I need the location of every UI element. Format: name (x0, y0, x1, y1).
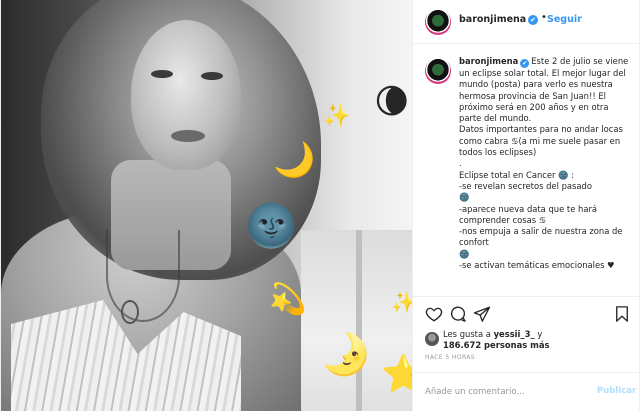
heart-icon[interactable] (425, 305, 443, 323)
header-username[interactable]: baronjimena (459, 14, 526, 25)
post-photo[interactable]: 🌘 ✨ 🌙 🌚 💫 🌛 ⭐ ✨ (1, 0, 412, 411)
liker-username-link[interactable]: yessii_3_ (494, 329, 535, 339)
bookmark-icon[interactable] (613, 305, 631, 323)
likes-text: Les gusta a yessii_3_ y 186.672 personas… (443, 329, 549, 351)
dizzy-star-sticker: 💫 (269, 282, 307, 317)
post-side-panel: baronjimena ✔ • Seguir baronjimena ✔ Este … (412, 0, 640, 411)
photo-pendant (121, 300, 139, 324)
comment-input[interactable] (425, 384, 585, 400)
photo-eye-left (151, 70, 173, 78)
crescent-moon-sticker: 🌙 (273, 140, 316, 180)
caption-username[interactable]: baronjimena (459, 56, 518, 66)
new-moon-face-sticker: 🌚 (245, 201, 298, 250)
moon-face-sticker: 🌛 (321, 332, 371, 378)
liker-avatar[interactable] (425, 332, 439, 346)
photo-eye-right (201, 72, 223, 80)
comment-form: Publicar (413, 372, 640, 412)
post-header: baronjimena ✔ • Seguir (413, 0, 640, 44)
comment-icon[interactable] (449, 305, 467, 323)
post-modal: 🌘 ✨ 🌙 🌚 💫 🌛 ⭐ ✨ baronjimena ✔ • Seguir b… (0, 0, 640, 411)
caption-text: Este 2 de julio se viene un eclipse sola… (459, 56, 629, 271)
post-actions: Les gusta a yessii_3_ y 186.672 personas… (413, 296, 640, 411)
post-caption: baronjimena ✔ Este 2 de julio se viene un … (459, 56, 631, 271)
publish-button[interactable]: Publicar (597, 386, 636, 396)
photo-face (131, 20, 241, 170)
comments-scroll-area[interactable]: baronjimena ✔ Este 2 de julio se viene un … (413, 44, 640, 296)
verified-badge-icon: ✔ (528, 15, 538, 25)
post-timestamp[interactable]: HACE 5 HORAS (425, 354, 475, 361)
sparkles-sticker: ✨ (323, 104, 351, 129)
avatar[interactable] (425, 9, 451, 35)
photo-lips (171, 130, 205, 142)
sparkle-sticker-small: ✨ (391, 290, 412, 314)
caption-avatar[interactable] (425, 58, 451, 84)
likes-prefix: Les gusta a (443, 329, 491, 339)
moon-sticker-waning: 🌘 (374, 82, 410, 122)
photo-window-frame (356, 230, 362, 411)
likes-count-link[interactable]: 186.672 personas más (443, 340, 549, 350)
photo-necklace (106, 230, 180, 322)
caption-verified-badge-icon: ✔ (520, 59, 530, 68)
likes-conjunction: y (537, 329, 543, 339)
follow-button[interactable]: Seguir (547, 14, 582, 25)
star-sticker: ⭐ (381, 354, 412, 395)
share-icon[interactable] (473, 305, 491, 323)
